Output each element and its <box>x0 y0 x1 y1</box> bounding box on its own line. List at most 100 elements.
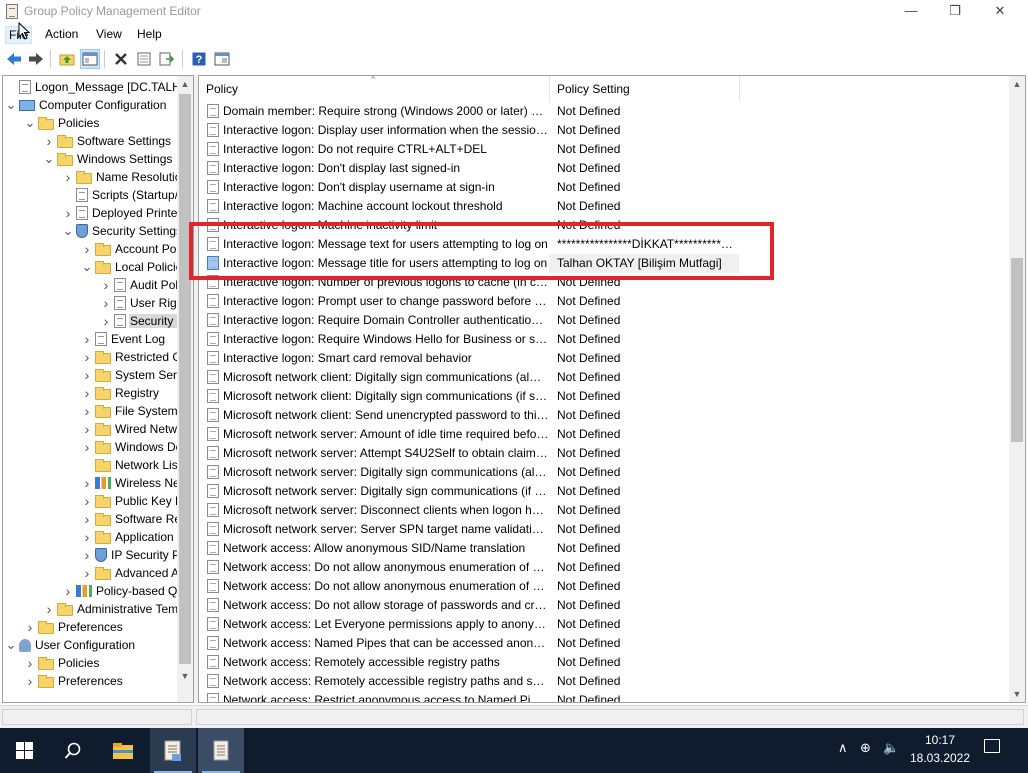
policy-row[interactable]: Microsoft network client: Digitally sign… <box>199 387 1009 406</box>
tree-item[interactable]: › System Services <box>81 366 177 384</box>
properties-icon[interactable] <box>134 49 154 69</box>
tree-item[interactable]: › Registry <box>81 384 177 402</box>
expand-chevron-icon[interactable]: › <box>81 511 93 527</box>
policy-row[interactable]: Network access: Let Everyone permissions… <box>199 615 1009 634</box>
restore-button[interactable]: ❐ <box>932 0 978 24</box>
forward-icon[interactable] <box>26 49 46 69</box>
expand-chevron-icon[interactable]: › <box>81 349 93 365</box>
search-button[interactable] <box>50 728 96 773</box>
start-button[interactable] <box>0 728 48 773</box>
taskbar-gpo-editor[interactable] <box>198 728 244 773</box>
scroll-down-arrow-icon[interactable]: ▼ <box>177 668 193 684</box>
policy-row[interactable]: Microsoft network server: Digitally sign… <box>199 463 1009 482</box>
policy-row[interactable]: Microsoft network client: Digitally sign… <box>199 368 1009 387</box>
policy-row[interactable]: Interactive logon: Display user informat… <box>199 121 1009 140</box>
tree-item[interactable]: › Advanced Audit Policy <box>81 564 177 582</box>
policy-row[interactable]: Network access: Remotely accessible regi… <box>199 672 1009 691</box>
tree-item[interactable]: ⌄ Windows Settings <box>43 150 177 168</box>
tree-item[interactable]: › Preferences <box>24 672 177 690</box>
scroll-up-arrow-icon[interactable]: ▲ <box>1009 76 1025 92</box>
policy-row[interactable]: Network access: Do not allow anonymous e… <box>199 558 1009 577</box>
expand-chevron-icon[interactable]: › <box>81 439 93 455</box>
menu-help[interactable]: Help <box>134 26 165 42</box>
collapse-chevron-icon[interactable]: ⌄ <box>5 97 17 113</box>
expand-chevron-icon[interactable]: › <box>81 421 93 437</box>
tree-item[interactable]: › Account Policies <box>81 240 177 258</box>
collapse-chevron-icon[interactable]: ⌄ <box>5 637 17 653</box>
export-list-icon[interactable] <box>157 49 177 69</box>
taskbar-file-explorer[interactable] <box>100 728 146 773</box>
policy-row[interactable]: Network access: Restrict anonymous acces… <box>199 691 1009 702</box>
expand-chevron-icon[interactable]: › <box>62 205 74 221</box>
tree-item[interactable]: Network List Manager Policies <box>81 456 177 474</box>
list-scrollbar[interactable]: ▲ ▼ <box>1009 76 1025 702</box>
show-hidden-icons-chevron-icon[interactable]: ∧ <box>838 740 848 756</box>
policy-row[interactable]: Microsoft network server: Digitally sign… <box>199 482 1009 501</box>
policy-row[interactable]: Network access: Do not allow storage of … <box>199 596 1009 615</box>
tree-item[interactable]: › Event Log <box>81 330 177 348</box>
delete-icon[interactable] <box>111 49 131 69</box>
menu-action[interactable]: Action <box>42 26 81 42</box>
expand-chevron-icon[interactable]: › <box>81 475 93 491</box>
tree-item[interactable]: › IP Security Policies <box>81 546 177 564</box>
expand-chevron-icon[interactable]: › <box>24 673 36 689</box>
collapse-chevron-icon[interactable]: ⌄ <box>43 151 55 167</box>
expand-chevron-icon[interactable]: › <box>81 547 93 563</box>
expand-chevron-icon[interactable]: › <box>81 493 93 509</box>
expand-chevron-icon[interactable]: › <box>43 601 55 617</box>
policy-row[interactable]: Interactive logon: Require Windows Hello… <box>199 330 1009 349</box>
expand-chevron-icon[interactable]: › <box>100 313 112 329</box>
policy-row[interactable]: Network access: Do not allow anonymous e… <box>199 577 1009 596</box>
tree-item[interactable]: › Software Restriction Policies <box>81 510 177 528</box>
tree-item[interactable]: › Software Settings <box>43 132 177 150</box>
expand-chevron-icon[interactable]: › <box>24 619 36 635</box>
tree-item[interactable]: › Application Control Policies <box>81 528 177 546</box>
scroll-down-arrow-icon[interactable]: ▼ <box>1009 686 1025 702</box>
help-icon[interactable]: ? <box>189 49 209 69</box>
policy-row[interactable]: Network access: Named Pipes that can be … <box>199 634 1009 653</box>
expand-chevron-icon[interactable]: › <box>43 133 55 149</box>
tree-scrollbar-thumb[interactable] <box>179 94 191 664</box>
policy-row[interactable]: Network access: Remotely accessible regi… <box>199 653 1009 672</box>
tree-item[interactable]: Scripts (Startup/Shutdown) <box>62 186 177 204</box>
close-button[interactable]: ✕ <box>977 0 1023 24</box>
tree-item[interactable]: › Wireless Network <box>81 474 177 492</box>
policy-row[interactable]: Microsoft network client: Send unencrypt… <box>199 406 1009 425</box>
tree-item[interactable]: › Windows Defender Firewall <box>81 438 177 456</box>
policy-row[interactable]: Network access: Allow anonymous SID/Name… <box>199 539 1009 558</box>
policy-row[interactable]: Microsoft network server: Disconnect cli… <box>199 501 1009 520</box>
expand-chevron-icon[interactable]: › <box>62 583 74 599</box>
clock[interactable]: 10:17 18.03.2022 <box>904 731 976 767</box>
tree-item[interactable]: › Policies <box>24 654 177 672</box>
expand-chevron-icon[interactable]: › <box>100 295 112 311</box>
policy-row[interactable]: Microsoft network server: Amount of idle… <box>199 425 1009 444</box>
expand-chevron-icon[interactable]: › <box>81 565 93 581</box>
expand-chevron-icon[interactable]: › <box>24 655 36 671</box>
tree-item[interactable]: ⌄ Policies <box>24 114 177 132</box>
tree-item[interactable]: Logon_Message [DC.TALHAI <box>5 78 177 96</box>
tree-item[interactable]: › Wired Network <box>81 420 177 438</box>
menu-view[interactable]: View <box>93 26 125 42</box>
tree-item[interactable]: ⌄ Local Policies <box>81 258 177 276</box>
tree-item[interactable]: › Policy-based QoS <box>62 582 177 600</box>
expand-chevron-icon[interactable]: › <box>81 241 93 257</box>
expand-chevron-icon[interactable]: › <box>81 367 93 383</box>
policy-row[interactable]: Interactive logon: Don't display usernam… <box>199 178 1009 197</box>
list-scrollbar-thumb[interactable] <box>1011 258 1023 442</box>
expand-chevron-icon[interactable]: › <box>100 277 112 293</box>
action-center-icon[interactable] <box>984 739 1000 753</box>
column-header-policy-setting[interactable]: Policy Setting <box>550 76 740 102</box>
tree-item[interactable]: › Restricted Groups <box>81 348 177 366</box>
tree-item[interactable]: › Deployed Printers <box>62 204 177 222</box>
taskbar-gpo-management[interactable] <box>150 728 196 773</box>
tree-item[interactable]: › Public Key Policies <box>81 492 177 510</box>
expand-chevron-icon[interactable]: › <box>81 403 93 419</box>
expand-chevron-icon[interactable]: › <box>81 529 93 545</box>
policy-row[interactable]: Domain member: Require strong (Windows 2… <box>199 102 1009 121</box>
tree-item[interactable]: › Audit Policy <box>100 276 177 294</box>
policy-row[interactable]: Interactive logon: Machine account locko… <box>199 197 1009 216</box>
collapse-chevron-icon[interactable]: ⌄ <box>62 223 74 239</box>
tree-item[interactable]: ⌄ Security Settings <box>62 222 177 240</box>
volume-icon[interactable]: 🔈 <box>883 740 899 756</box>
policy-row[interactable]: Interactive logon: Don't display last si… <box>199 159 1009 178</box>
